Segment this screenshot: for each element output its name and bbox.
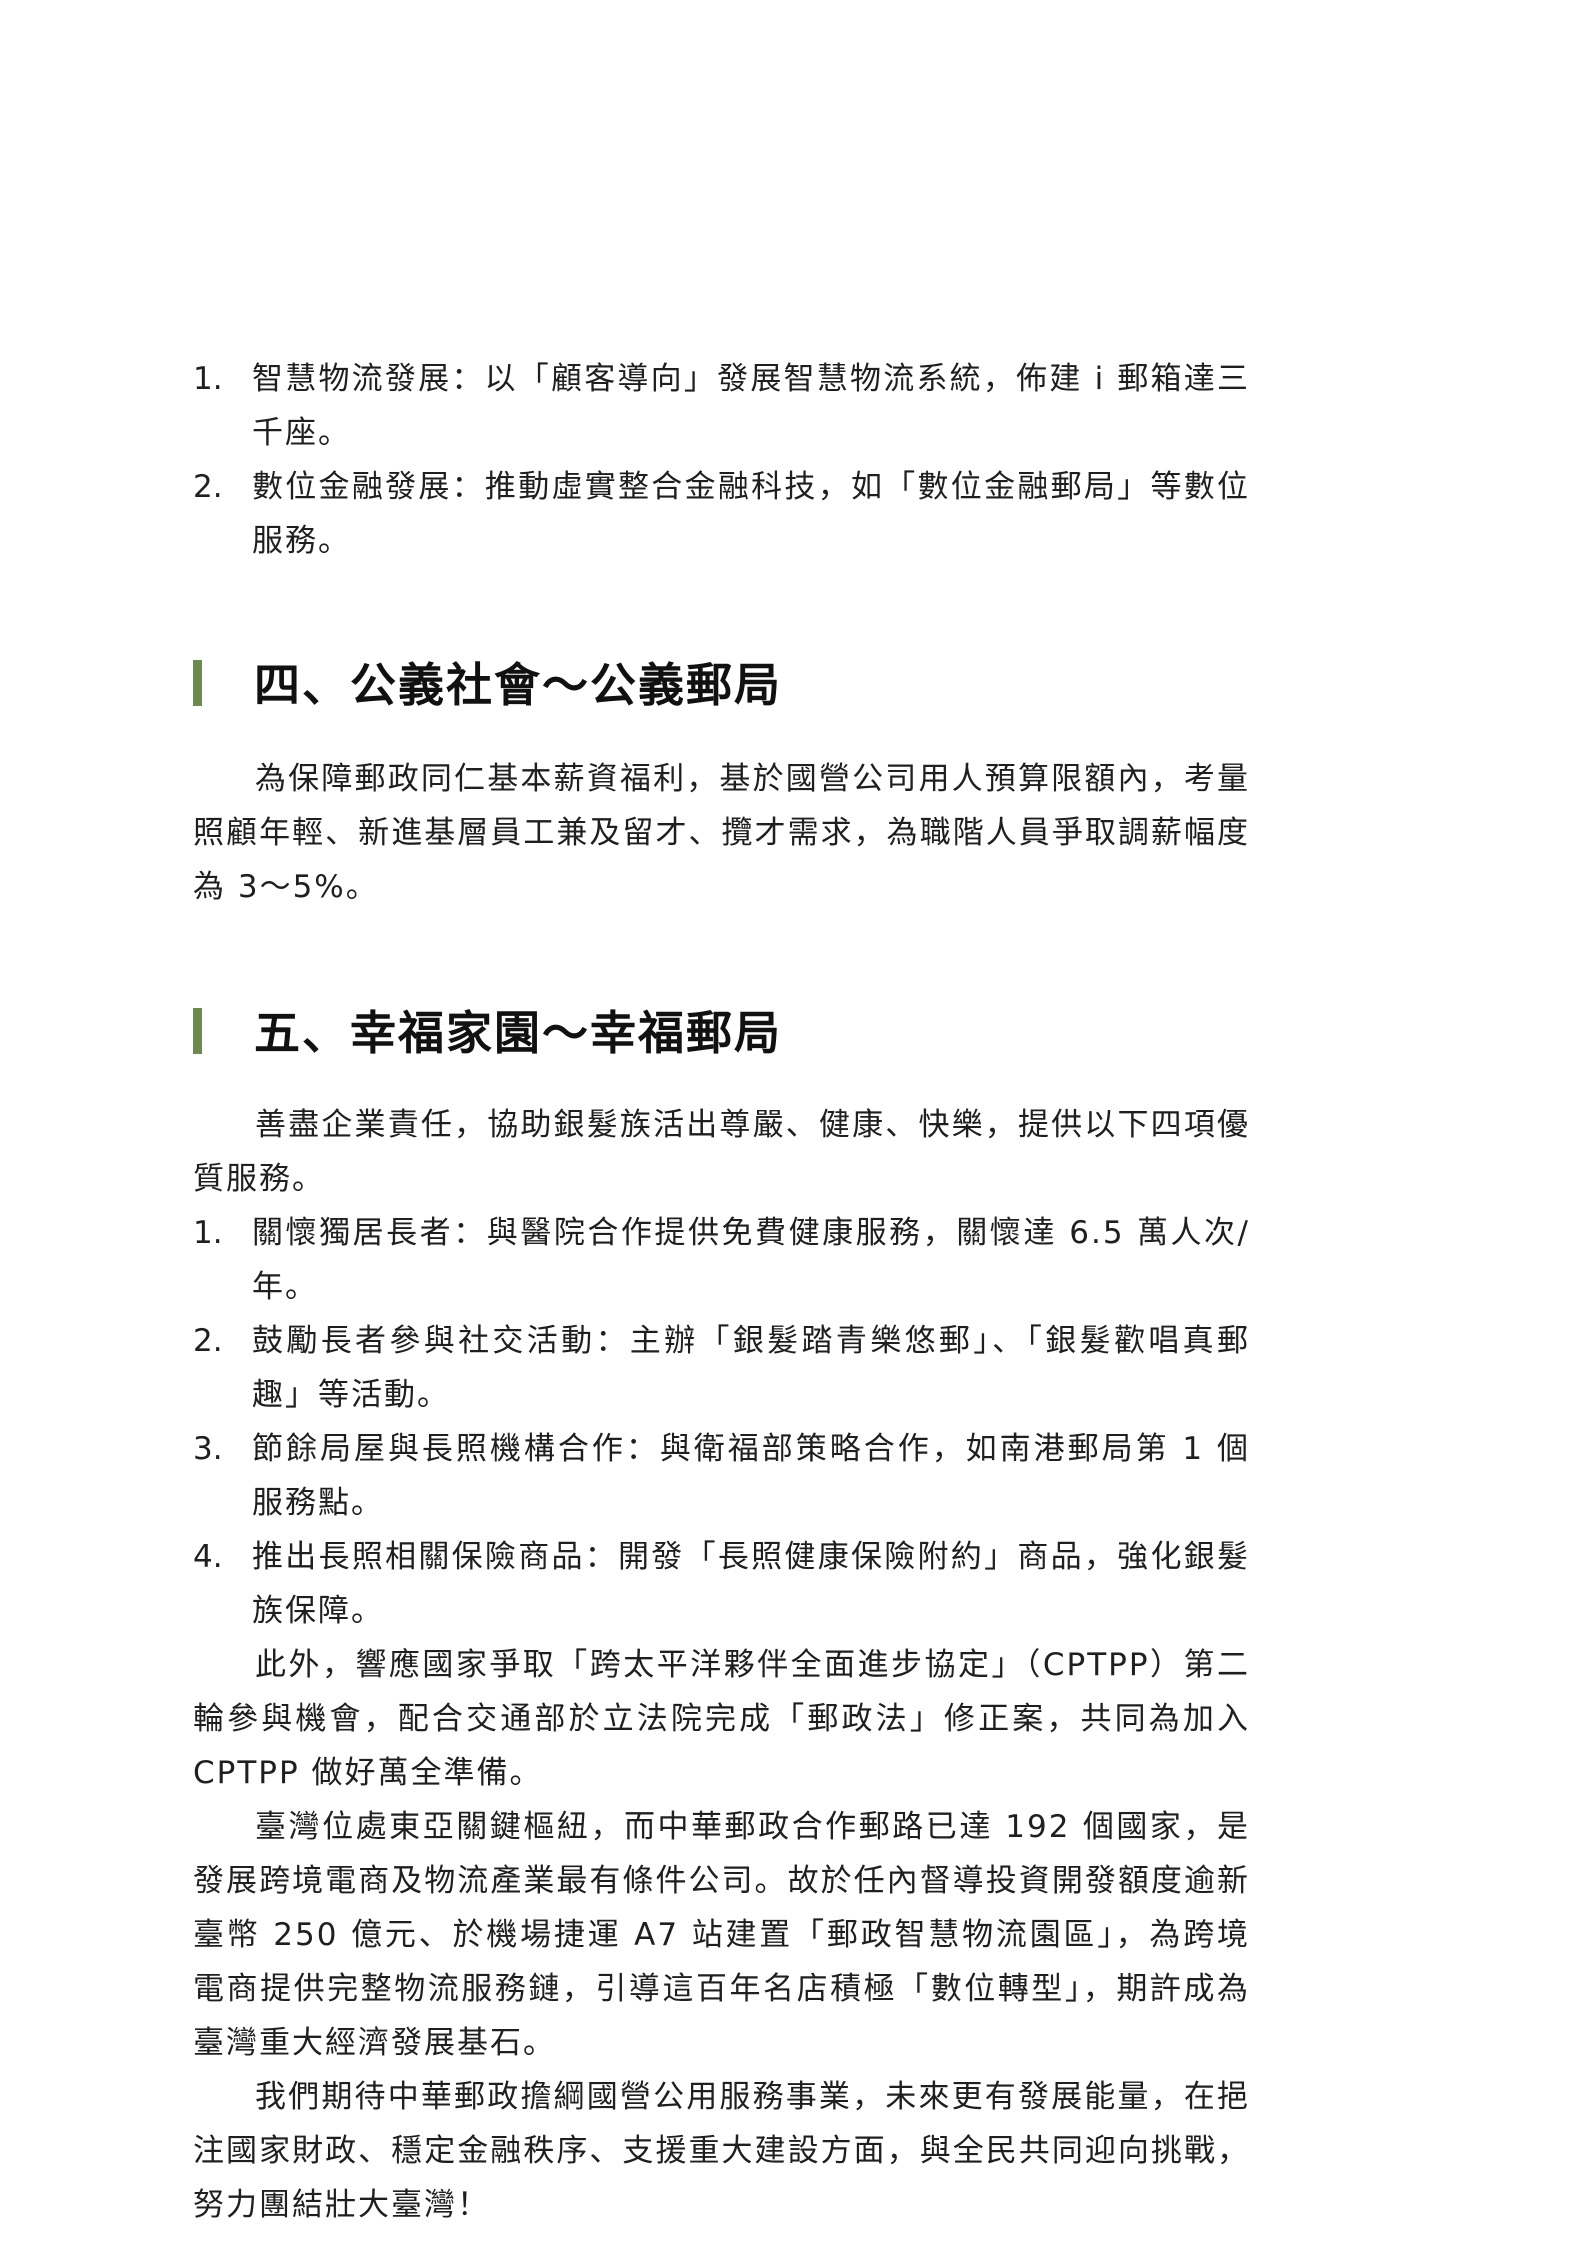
list-number: 1. (193, 1215, 223, 1251)
list-number: 2. (193, 1323, 223, 1359)
body-paragraph: 此外，響應國家爭取「跨太平洋夥伴全面進步協定」（CPTPP）第二輪參與機會，配合… (193, 1647, 1250, 1791)
document-page: 1. 智慧物流發展：以「顧客導向」發展智慧物流系統，佈建 i 郵箱達三千座。 2… (193, 352, 1250, 2232)
list-text: 數位金融發展：推動虛實整合金融科技，如「數位金融郵局」等數位服務。 (252, 469, 1250, 559)
heading-accent-bar (193, 1008, 202, 1054)
section5-list: 1. 關懷獨居長者：與醫院合作提供免費健康服務，關懷達 6.5 萬人次/年。 2… (193, 1206, 1250, 1638)
section-title: 五、幸福家園～幸福郵局 (254, 1006, 782, 1060)
list-text: 智慧物流發展：以「顧客導向」發展智慧物流系統，佈建 i 郵箱達三千座。 (252, 361, 1250, 451)
section-heading-4: 四、公義社會～公義郵局 (193, 652, 1250, 712)
section-heading-5: 五、幸福家園～幸福郵局 (193, 1000, 1250, 1060)
list-text: 鼓勵長者參與社交活動：主辦「銀髮踏青樂悠郵」、「銀髮歡唱真郵趣」等活動。 (252, 1323, 1250, 1413)
list-number: 4. (193, 1539, 223, 1575)
intro-list: 1. 智慧物流發展：以「顧客導向」發展智慧物流系統，佈建 i 郵箱達三千座。 2… (193, 352, 1250, 568)
section5-intro: 善盡企業責任，協助銀髮族活出尊嚴、健康、快樂，提供以下四項優質服務。 (193, 1107, 1250, 1197)
body-paragraph: 臺灣位處東亞關鍵樞紐，而中華郵政合作郵路已達 192 個國家，是發展跨境電商及物… (193, 1809, 1250, 2061)
list-item: 1. 關懷獨居長者：與醫院合作提供免費健康服務，關懷達 6.5 萬人次/年。 (193, 1206, 1250, 1314)
body-paragraph: 我們期待中華郵政擔綱國營公用服務事業，未來更有發展能量，在挹注國家財政、穩定金融… (193, 2079, 1250, 2223)
list-item: 2. 鼓勵長者參與社交活動：主辦「銀髮踏青樂悠郵」、「銀髮歡唱真郵趣」等活動。 (193, 1314, 1250, 1422)
list-number: 2. (193, 469, 223, 505)
list-item: 4. 推出長照相關保險商品：開發「長照健康保險附約」商品，強化銀髮族保障。 (193, 1530, 1250, 1638)
section4-paragraph: 為保障郵政同仁基本薪資福利，基於國營公司用人預算限額內，考量照顧年輕、新進基層員… (193, 761, 1250, 905)
section-title: 四、公義社會～公義郵局 (254, 658, 782, 712)
list-item: 1. 智慧物流發展：以「顧客導向」發展智慧物流系統，佈建 i 郵箱達三千座。 (193, 352, 1250, 460)
list-number: 3. (193, 1431, 223, 1467)
list-number: 1. (193, 361, 223, 397)
list-item: 3. 節餘局屋與長照機構合作：與衛福部策略合作，如南港郵局第 1 個服務點。 (193, 1422, 1250, 1530)
list-text: 節餘局屋與長照機構合作：與衛福部策略合作，如南港郵局第 1 個服務點。 (252, 1431, 1250, 1521)
list-text: 關懷獨居長者：與醫院合作提供免費健康服務，關懷達 6.5 萬人次/年。 (252, 1215, 1250, 1305)
list-item: 2. 數位金融發展：推動虛實整合金融科技，如「數位金融郵局」等數位服務。 (193, 460, 1250, 568)
list-text: 推出長照相關保險商品：開發「長照健康保險附約」商品，強化銀髮族保障。 (252, 1539, 1250, 1629)
heading-accent-bar (193, 660, 202, 706)
